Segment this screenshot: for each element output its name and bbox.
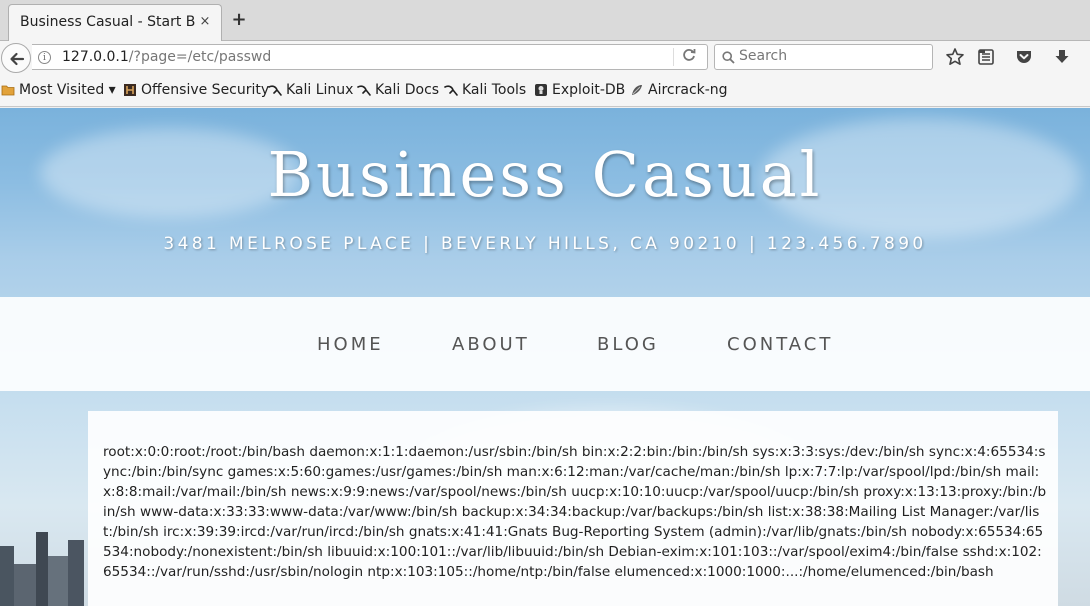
nav-blog-link[interactable]: BLOG bbox=[597, 334, 659, 355]
skyline-building bbox=[14, 564, 36, 606]
bookmark-label: Aircrack-ng bbox=[648, 82, 728, 98]
info-icon[interactable]: i bbox=[38, 51, 51, 64]
bookmark-label: Kali Docs bbox=[375, 82, 440, 98]
offsec-icon bbox=[124, 84, 136, 96]
pocket-icon[interactable] bbox=[1014, 47, 1034, 67]
bookmark-label: Kali Tools bbox=[462, 82, 527, 98]
bookmark-label: Most Visited ▾ bbox=[19, 82, 116, 98]
bookmark-kali-tools[interactable]: Kali Tools bbox=[444, 82, 526, 98]
bookmark-kali-docs[interactable]: Kali Docs bbox=[357, 82, 439, 98]
bookmark-kali-linux[interactable]: Kali Linux bbox=[268, 82, 353, 98]
folder-icon bbox=[1, 85, 15, 96]
search-icon bbox=[722, 51, 735, 64]
bookmark-label: Exploit-DB bbox=[552, 82, 626, 98]
skyline-building bbox=[68, 540, 84, 606]
web-page: Business Casual 3481 MELROSE PLACE | BEV… bbox=[0, 108, 1090, 606]
reload-icon[interactable] bbox=[682, 48, 696, 66]
bookmark-label: Kali Linux bbox=[286, 82, 354, 98]
back-button[interactable] bbox=[1, 43, 31, 73]
bookmark-star-icon[interactable] bbox=[945, 47, 965, 67]
url-host: 127.0.0.1 bbox=[62, 49, 129, 65]
url-path: /?page=/etc/passwd bbox=[128, 49, 272, 65]
bookmarks-toolbar: Most Visited ▾ Offensive Security Kali L… bbox=[0, 77, 1090, 107]
tab-title: Business Casual - Start B... bbox=[20, 14, 195, 30]
nav-contact-link[interactable]: CONTACT bbox=[727, 334, 833, 355]
exploitdb-icon bbox=[535, 84, 547, 96]
back-arrow-icon bbox=[10, 52, 25, 66]
aircrack-icon bbox=[632, 85, 642, 95]
nav-home-link[interactable]: HOME bbox=[317, 334, 384, 355]
tab-bar: Business Casual - Start B... × + bbox=[0, 0, 1090, 41]
new-tab-button[interactable]: + bbox=[230, 11, 248, 29]
bookmark-aircrack-ng[interactable]: Aircrack-ng bbox=[630, 82, 728, 98]
search-bar[interactable] bbox=[714, 44, 933, 70]
bookmark-offensive-security[interactable]: Offensive Security bbox=[123, 82, 269, 98]
url-bar[interactable]: i 127.0.0.1/?page=/etc/passwd bbox=[32, 44, 708, 70]
passwd-file-content: root:x:0:0:root:/root:/bin/bash daemon:x… bbox=[103, 444, 1047, 580]
close-tab-icon[interactable]: × bbox=[197, 14, 213, 30]
skyline-building bbox=[48, 556, 68, 606]
site-navigation: HOME ABOUT BLOG CONTACT bbox=[0, 297, 1090, 391]
navigation-bar: i 127.0.0.1/?page=/etc/passwd bbox=[0, 41, 1090, 77]
kali-icon bbox=[268, 85, 282, 96]
kali-icon bbox=[357, 85, 371, 96]
site-address: 3481 MELROSE PLACE | BEVERLY HILLS, CA 9… bbox=[163, 234, 927, 254]
bookmark-label: Offensive Security bbox=[141, 82, 270, 98]
kali-icon bbox=[444, 85, 458, 96]
download-icon[interactable] bbox=[1052, 47, 1072, 67]
reading-list-icon[interactable] bbox=[976, 47, 996, 67]
bookmark-exploit-db[interactable]: Exploit-DB bbox=[534, 82, 625, 98]
nav-about-link[interactable]: ABOUT bbox=[452, 334, 530, 355]
url-divider bbox=[673, 48, 674, 66]
search-input[interactable] bbox=[739, 48, 929, 64]
content-box: root:x:0:0:root:/root:/bin/bash daemon:x… bbox=[88, 411, 1058, 606]
browser-tab[interactable]: Business Casual - Start B... × bbox=[8, 4, 222, 41]
bookmark-most-visited[interactable]: Most Visited ▾ bbox=[1, 82, 116, 98]
skyline-building bbox=[36, 532, 48, 606]
url-text[interactable]: 127.0.0.1/?page=/etc/passwd bbox=[62, 49, 271, 65]
skyline-building bbox=[0, 546, 14, 606]
site-title: Business Casual bbox=[267, 138, 823, 211]
